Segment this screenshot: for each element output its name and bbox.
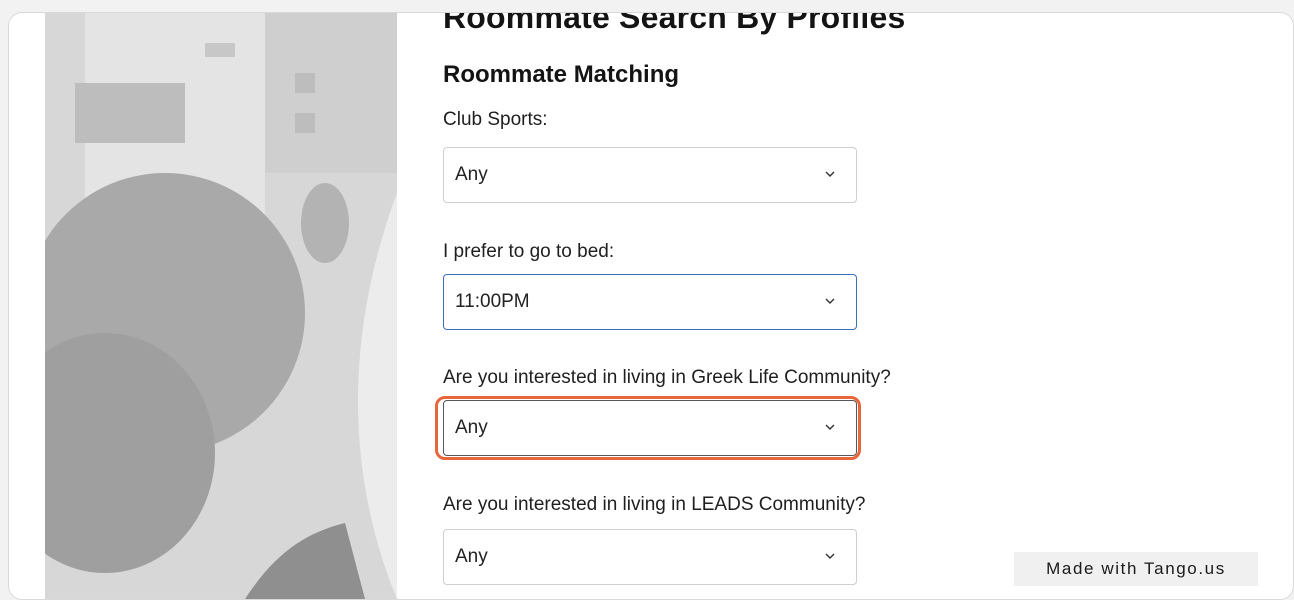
club-sports-select[interactable]: Any: [443, 147, 857, 203]
bedtime-select[interactable]: 11:00PM: [443, 274, 857, 330]
leads-select[interactable]: Any: [443, 529, 857, 585]
chevron-down-icon: [825, 298, 835, 304]
chevron-down-icon: [825, 553, 835, 559]
club-sports-value: Any: [455, 164, 488, 185]
leads-label: Are you interested in living in LEADS Co…: [443, 494, 866, 515]
chevron-down-icon: [825, 171, 835, 177]
club-sports-label: Club Sports:: [443, 109, 548, 130]
leads-value: Any: [455, 546, 488, 567]
chevron-down-icon: [825, 424, 835, 430]
greek-life-value: Any: [455, 417, 488, 438]
page-title: Roommate Search By Profiles: [443, 12, 906, 35]
greek-life-select[interactable]: Any: [443, 400, 857, 456]
bedtime-label: I prefer to go to bed:: [443, 241, 615, 262]
greek-life-label: Are you interested in living in Greek Li…: [443, 367, 891, 388]
bedtime-value: 11:00PM: [455, 291, 530, 312]
tango-watermark-badge: Made with Tango.us: [1014, 552, 1258, 586]
browser-frame: Roommate Search By Profiles Roommate Mat…: [8, 12, 1294, 600]
section-title: Roommate Matching: [443, 61, 680, 88]
campus-photo: [45, 13, 397, 599]
campus-photo-graphic: [45, 13, 397, 599]
